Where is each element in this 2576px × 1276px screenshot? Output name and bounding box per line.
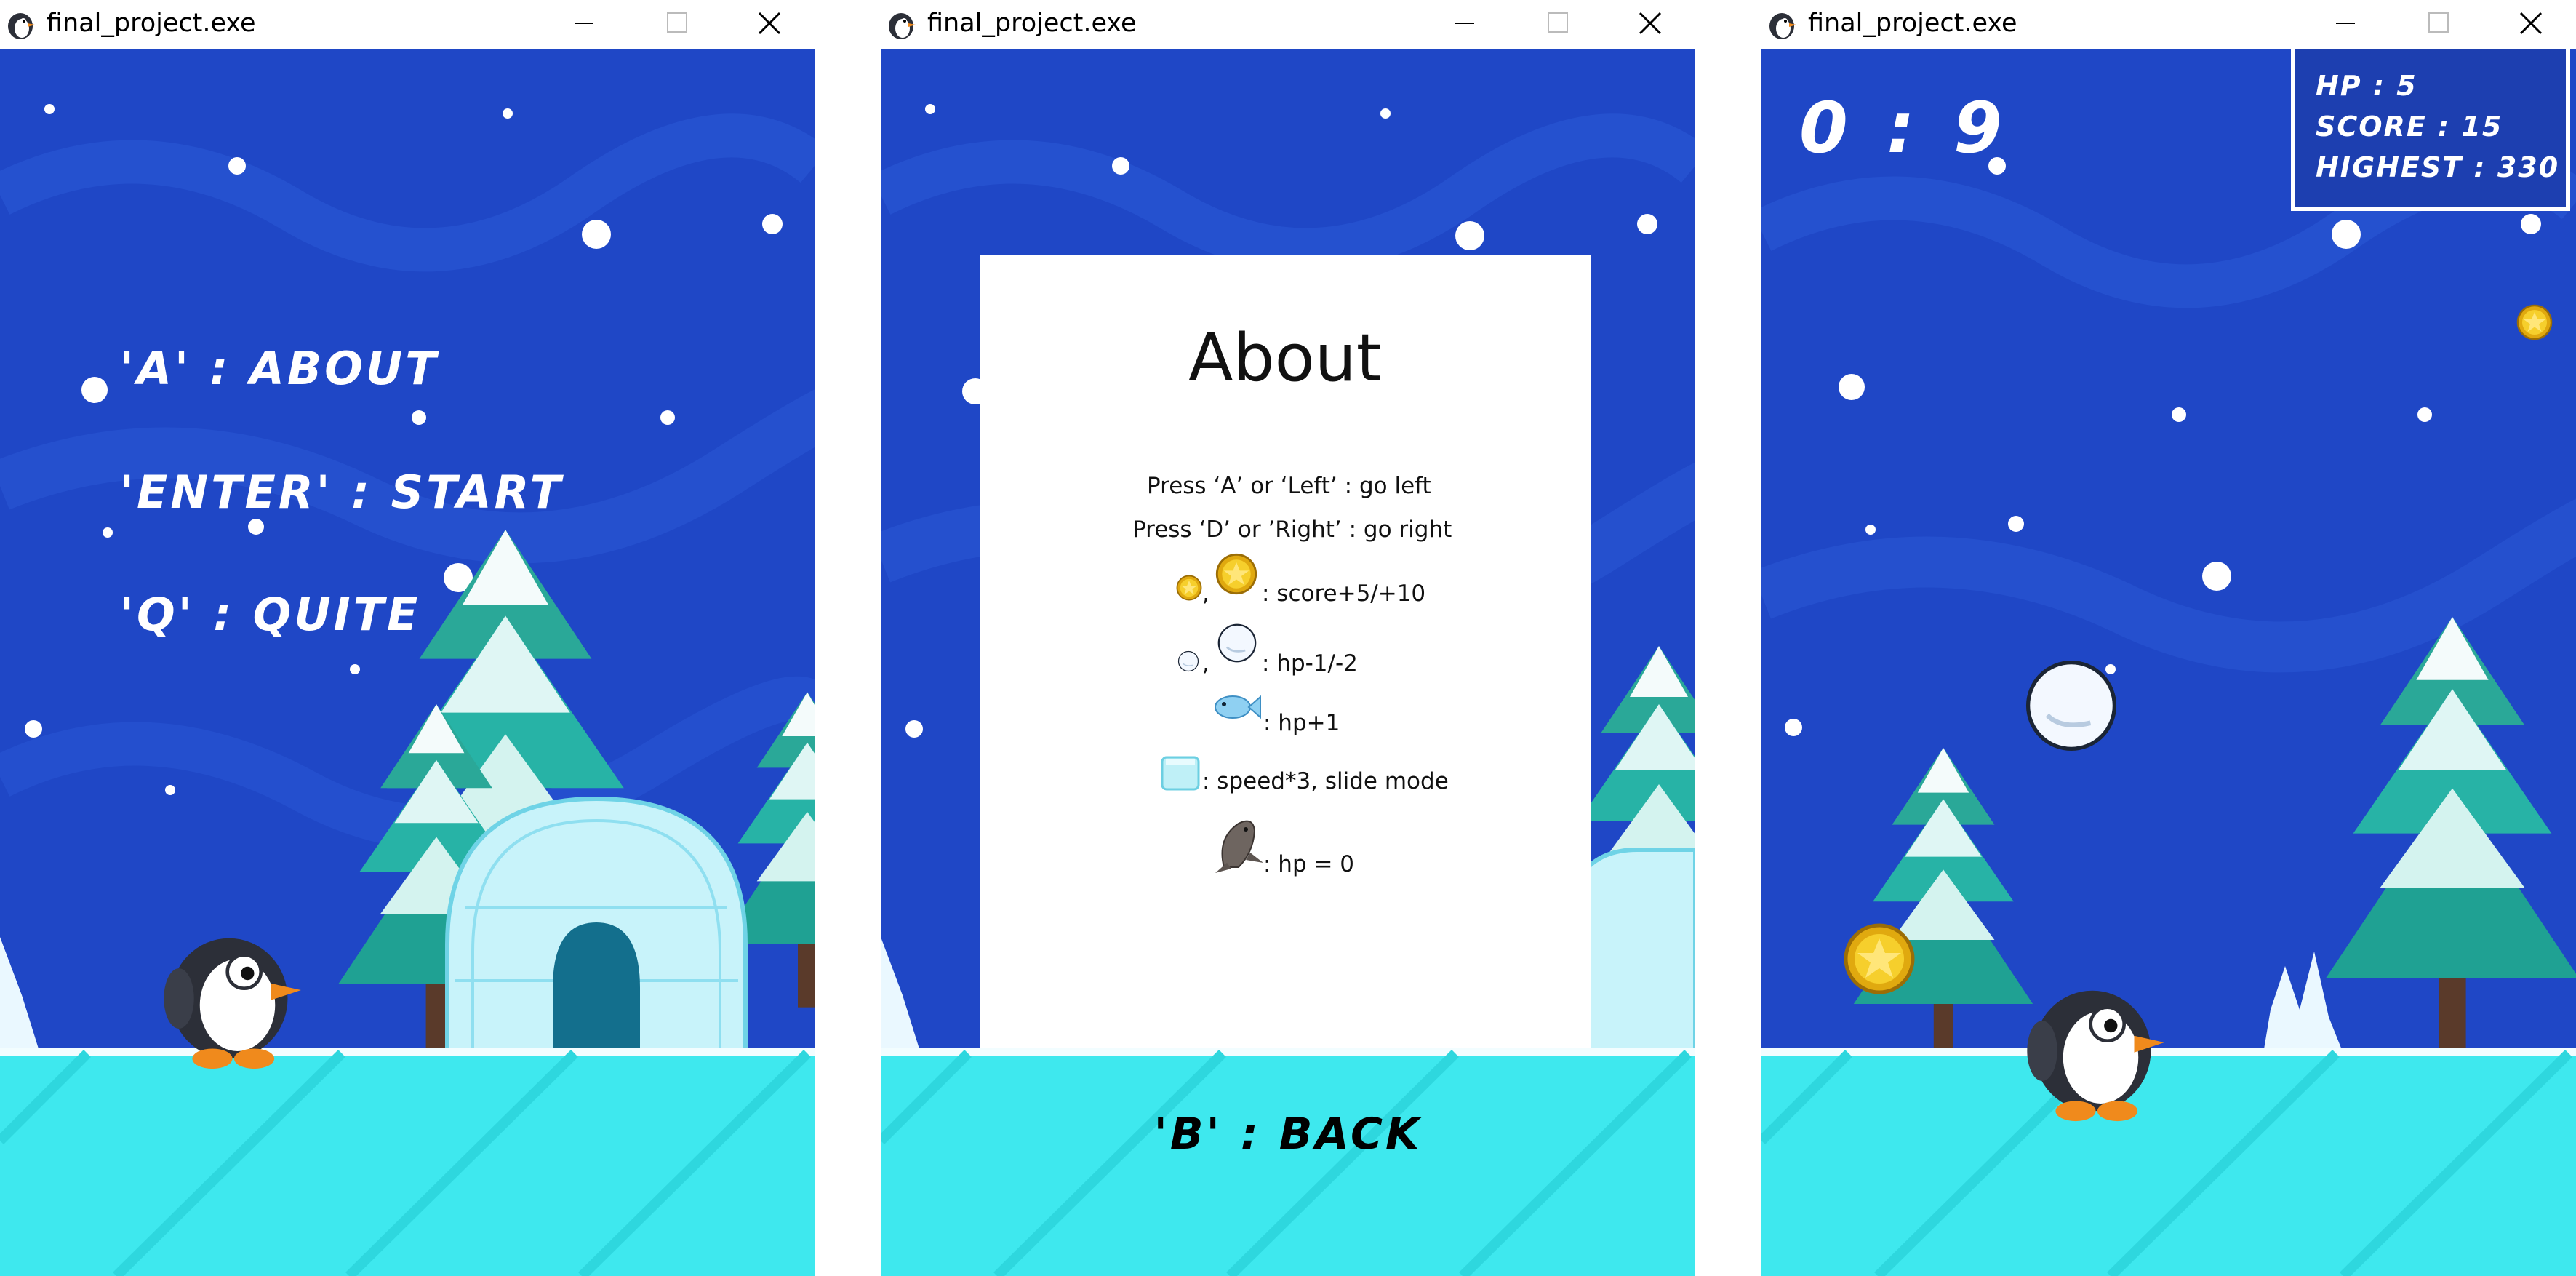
window-title: final_project.exe [47,9,256,38]
game-canvas[interactable]: About Press ‘A’ or ‘Left’ : go left Pres… [881,49,1695,1276]
snowball-description: : hp-1/-2 [1262,650,1358,677]
big-coin-pickup [1843,922,1916,995]
big-coin-icon [1215,553,1257,595]
score-readout: SCORE : 15 [2316,111,2503,143]
minimize-button[interactable] [551,0,627,49]
window-title: final_project.exe [927,9,1137,38]
game-window: final_project.exe 0: 9 HP: 5 SCORE: 1… [1761,0,2576,1276]
minimize-icon [2336,23,2355,24]
penguin-app-icon [8,13,35,39]
maximize-icon [667,12,687,33]
seal-icon [1215,820,1263,873]
menu-about[interactable]: 'A' : ABOUT [120,342,439,395]
game-canvas[interactable]: 0 : 9 HP : 5 SCORE : 15 HIGHEST : 330 [1761,49,2576,1276]
ice-description: : speed*3, slide mode [1202,768,1449,794]
stats-panel: HP : 5 SCORE : 15 HIGHEST : 330 [2291,49,2570,211]
small-coin-pickup [2516,304,2553,340]
minimize-button[interactable] [1432,0,1508,49]
maximize-icon [2428,12,2449,33]
menu-window: final_project.exe 'A': ABOUT 'ENTER': … [0,0,815,1276]
hp-readout: HP : 5 [2316,70,2417,102]
coin-description: : score+5/+10 [1262,581,1426,607]
penguin-app-icon [1769,13,1796,39]
about-heading: About [1188,320,1383,396]
highest-readout: HIGHEST : 330 [2316,151,2560,183]
about-window: final_project.exe About Press ‘A’ or ‘Le… [881,0,1695,1276]
minimize-icon [1455,23,1474,24]
close-icon [758,12,781,35]
menu-quit[interactable]: 'Q' : QUITE [120,588,420,641]
timer: 0 : 9 [1799,87,2009,169]
window-title: final_project.exe [1808,9,2017,38]
penguin-player [2009,959,2176,1126]
coin-separator: , [1202,581,1209,607]
maximize-button[interactable] [2401,0,2477,49]
maximize-icon [1548,12,1568,33]
snowball-separator: , [1202,650,1209,677]
fish-icon [1215,695,1261,719]
close-icon [2519,12,2543,35]
menu-start[interactable]: 'ENTER' : START [120,466,564,519]
close-button[interactable] [2493,0,2569,49]
ice-block-icon [1161,756,1200,791]
winter-background [0,49,815,1276]
penguin-sprite [145,906,313,1074]
coin-icon [1176,575,1202,601]
snowball-icon [1177,650,1199,672]
snowball-obstacle [2023,658,2119,754]
about-panel: About Press ‘A’ or ‘Left’ : go left Pres… [980,255,1591,1048]
about-line-right: Press ‘D’ or ’Right’ : go right [1132,517,1452,543]
maximize-button[interactable] [640,0,716,49]
fish-description: : hp+1 [1263,710,1340,736]
maximize-button[interactable] [1521,0,1596,49]
back-instruction[interactable]: 'B' : BACK [881,1109,1695,1160]
title-bar[interactable]: final_project.exe [0,0,815,49]
title-bar[interactable]: final_project.exe [1761,0,2576,49]
penguin-app-icon [889,13,916,39]
close-button[interactable] [732,0,807,49]
big-snowball-icon [1217,623,1257,663]
close-icon [1639,12,1662,35]
seal-description: : hp = 0 [1263,851,1355,877]
minimize-button[interactable] [2313,0,2388,49]
about-line-left: Press ‘A’ or ‘Left’ : go left [1147,473,1431,499]
minimize-icon [575,23,593,24]
title-bar[interactable]: final_project.exe [881,0,1695,49]
game-canvas[interactable]: 'A' : ABOUT 'ENTER' : START 'Q' : QUITE [0,49,815,1276]
close-button[interactable] [1612,0,1688,49]
